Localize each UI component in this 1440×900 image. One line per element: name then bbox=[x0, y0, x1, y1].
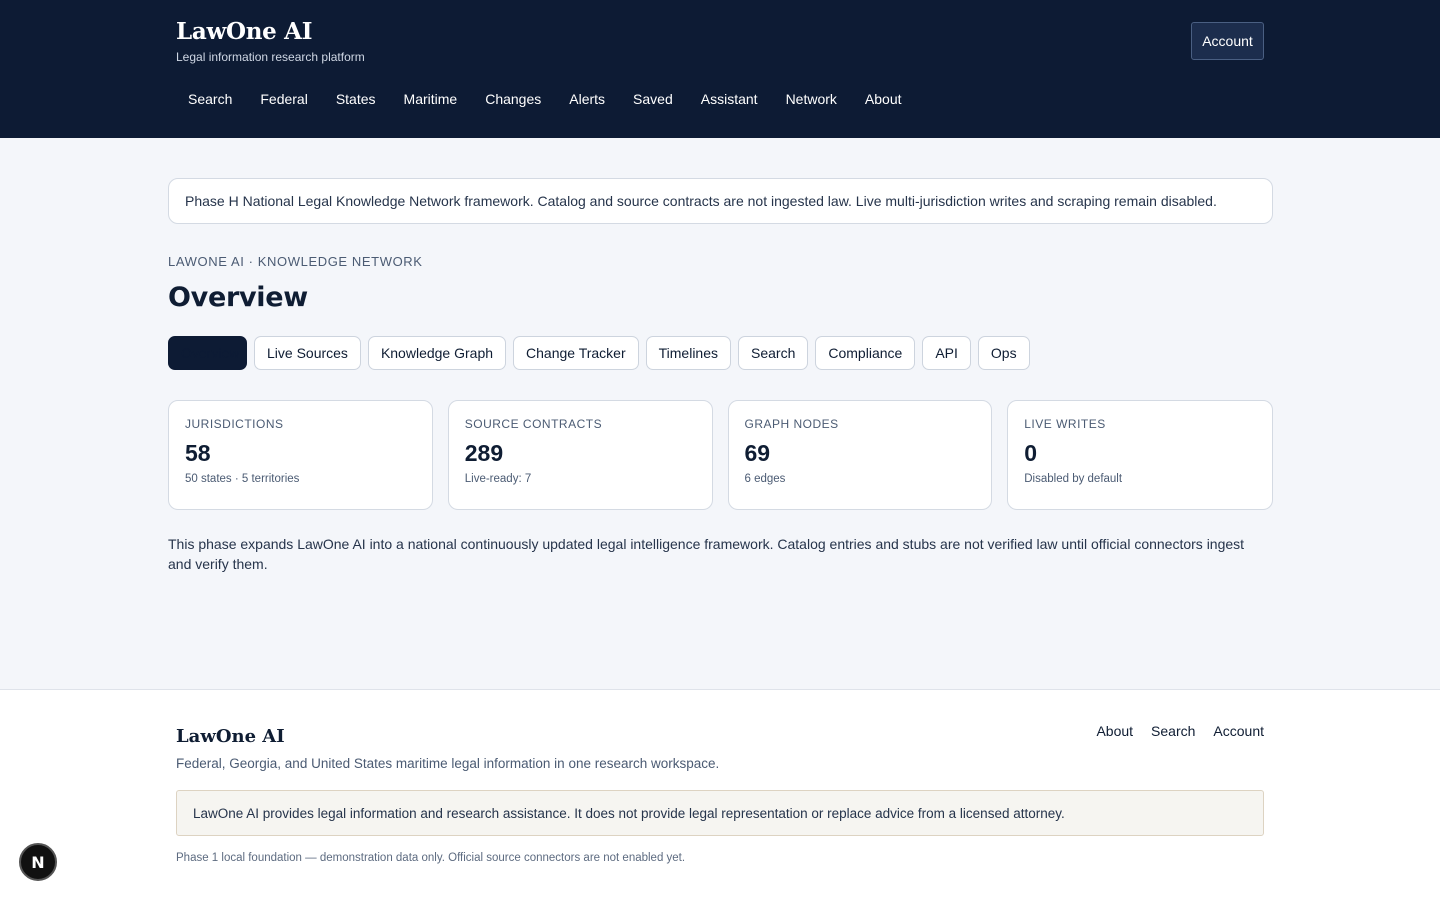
phase-description: This phase expands LawOne AI into a nati… bbox=[168, 536, 1245, 572]
account-button[interactable]: Account bbox=[1191, 22, 1264, 60]
stat-label: JURISDICTIONS bbox=[185, 417, 284, 431]
phase-notice-banner: Phase H National Legal Knowledge Network… bbox=[168, 178, 1273, 224]
stat-card-source-contracts: SOURCE CONTRACTS 289 Live-ready: 7 bbox=[447, 400, 713, 510]
stat-label: LIVE WRITES bbox=[1024, 417, 1106, 431]
nav-changes[interactable]: Changes bbox=[471, 88, 555, 110]
stat-label: SOURCE CONTRACTS bbox=[464, 417, 603, 431]
footer-link-account[interactable]: Account bbox=[1213, 723, 1264, 739]
tab-overview[interactable]: Overview bbox=[168, 336, 247, 370]
footer-tagline: Federal, Georgia, and United States mari… bbox=[176, 756, 720, 771]
badge-letter: N bbox=[31, 852, 45, 872]
stats-cards: JURISDICTIONS 58 50 states · 5 territori… bbox=[168, 400, 1273, 510]
nav-maritime[interactable]: Maritime bbox=[390, 88, 472, 110]
tab-compliance[interactable]: Compliance bbox=[815, 336, 916, 370]
nav-about[interactable]: About bbox=[851, 88, 916, 110]
footer-link-about[interactable]: About bbox=[1096, 723, 1133, 739]
stat-subtext: 50 states · 5 territories bbox=[185, 473, 300, 485]
tab-live-sources[interactable]: Live Sources bbox=[254, 336, 361, 370]
stat-value: 69 bbox=[744, 440, 771, 466]
section-eyebrow: LAWONE AI · KNOWLEDGE NETWORK bbox=[168, 254, 423, 269]
nav-assistant[interactable]: Assistant bbox=[687, 88, 772, 110]
stat-card-jurisdictions: JURISDICTIONS 58 50 states · 5 territori… bbox=[168, 400, 433, 510]
stat-value: 289 bbox=[464, 440, 504, 466]
brand-subtitle: Legal information research platform bbox=[176, 50, 365, 64]
stat-value: 58 bbox=[185, 440, 211, 466]
nav-states[interactable]: States bbox=[322, 88, 390, 110]
tab-timelines[interactable]: Timelines bbox=[645, 336, 732, 370]
nav-alerts[interactable]: Alerts bbox=[555, 88, 619, 110]
footer-brand: LawOne AI bbox=[176, 726, 285, 747]
tab-api[interactable]: API bbox=[922, 336, 971, 370]
main-content: Phase H National Legal Knowledge Network… bbox=[168, 178, 1273, 574]
nav-federal[interactable]: Federal bbox=[246, 88, 321, 110]
nav-network[interactable]: Network bbox=[772, 88, 851, 110]
stat-value: 0 bbox=[1024, 440, 1038, 466]
footer-link-search[interactable]: Search bbox=[1151, 723, 1195, 739]
tab-knowledge-graph[interactable]: Knowledge Graph bbox=[367, 336, 507, 370]
tab-ops[interactable]: Ops bbox=[977, 336, 1030, 370]
stat-card-graph-nodes: GRAPH NODES 69 6 edges bbox=[727, 400, 993, 510]
stat-subtext: Disabled by default bbox=[1024, 473, 1123, 485]
brand-title[interactable]: LawOne AI bbox=[176, 18, 312, 45]
footer-footnote: Phase 1 local foundation — demonstration… bbox=[176, 852, 686, 864]
nextjs-logo-icon[interactable]: N bbox=[19, 843, 57, 881]
stat-card-live-writes: LIVE WRITES 0 Disabled by default bbox=[1007, 400, 1273, 510]
stat-subtext: 6 edges bbox=[744, 473, 786, 485]
page-title: Overview bbox=[168, 282, 308, 313]
site-header: LawOne AI Legal information research pla… bbox=[0, 0, 1440, 138]
nav-search[interactable]: Search bbox=[174, 88, 246, 110]
tab-search[interactable]: Search bbox=[738, 336, 809, 370]
site-footer: LawOne AI Federal, Georgia, and United S… bbox=[0, 689, 1440, 900]
tab-change-tracker[interactable]: Change Tracker bbox=[513, 336, 639, 370]
stat-subtext: Live-ready: 7 bbox=[464, 473, 532, 485]
nav-saved[interactable]: Saved bbox=[619, 88, 687, 110]
legal-disclaimer: LawOne AI provides legal information and… bbox=[176, 790, 1264, 836]
tab-bar: Overview Live Sources Knowledge Graph Ch… bbox=[168, 336, 1273, 370]
footer-nav: About Search Account bbox=[1078, 723, 1264, 739]
main-nav: Search Federal States Maritime Changes A… bbox=[174, 88, 916, 110]
stat-label: GRAPH NODES bbox=[744, 417, 839, 431]
